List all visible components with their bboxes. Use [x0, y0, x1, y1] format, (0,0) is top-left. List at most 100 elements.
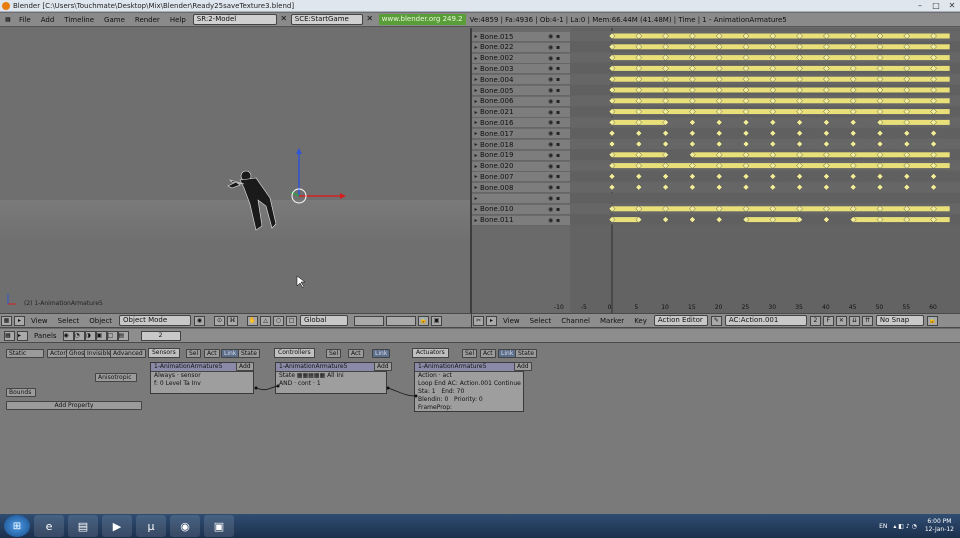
- channel-expand-icon[interactable]: ▸: [472, 163, 480, 170]
- lock-icon[interactable]: ▪: [556, 76, 564, 83]
- controllers-link-button[interactable]: Link: [372, 349, 391, 358]
- pin-icon[interactable]: ✎: [710, 315, 722, 326]
- channel-expand-icon[interactable]: ▸: [472, 184, 480, 191]
- logic-icon[interactable]: ◉: [62, 330, 74, 341]
- blender-url-badge[interactable]: www.blender.org 249.2: [378, 14, 466, 25]
- actuators-state-button[interactable]: State: [515, 349, 537, 358]
- sensor-name[interactable]: sensor: [181, 372, 201, 379]
- 3d-viewport[interactable]: (2) 1-AnimationArmature5: [0, 28, 470, 313]
- layers-row2[interactable]: [386, 315, 417, 326]
- channel-expand-icon[interactable]: ▸: [472, 195, 480, 202]
- channel-row[interactable]: ▸ Bone.021 ◉ ▪: [472, 107, 570, 118]
- channel-row[interactable]: ▸ Bone.008 ◉ ▪: [472, 183, 570, 194]
- menu-render[interactable]: Render: [130, 16, 165, 24]
- editor-type-icon[interactable]: ✂: [473, 315, 484, 326]
- menu-view[interactable]: View: [26, 317, 53, 325]
- channel-row[interactable]: ▸ Bone.019 ◉ ▪: [472, 150, 570, 161]
- internet-explorer-icon[interactable]: e: [34, 515, 64, 537]
- editing-icon[interactable]: □: [106, 330, 118, 341]
- channel-row[interactable]: ▸ Bone.011 ◉ ▪: [472, 215, 570, 226]
- eye-icon[interactable]: ◉: [548, 152, 556, 159]
- menu-panels[interactable]: Panels: [28, 332, 63, 340]
- explorer-folder-icon[interactable]: ▤: [68, 515, 98, 537]
- channel-expand-icon[interactable]: ▸: [472, 130, 480, 137]
- lock-icon[interactable]: ▪: [556, 184, 564, 191]
- close-screen-icon[interactable]: ✕: [279, 14, 289, 25]
- action-selector[interactable]: AC:Action.001: [724, 315, 807, 326]
- eye-icon[interactable]: ◉: [548, 206, 556, 213]
- eye-icon[interactable]: ◉: [548, 173, 556, 180]
- controller-brick[interactable]: 1-AnimationArmature5 State ▦▦▦▦▦ All Ini…: [275, 362, 387, 394]
- editor-type-icon[interactable]: ▦: [0, 16, 14, 23]
- lock-icon[interactable]: ▪: [556, 55, 564, 62]
- lock-icon[interactable]: ▪: [556, 217, 564, 224]
- actuator-type[interactable]: Action: [418, 372, 437, 379]
- eye-icon[interactable]: ◉: [548, 55, 556, 62]
- lock-icon[interactable]: ▪: [556, 119, 564, 126]
- channel-row[interactable]: ▸ Bone.002 ◉ ▪: [472, 53, 570, 64]
- channel-row[interactable]: ▸ Bone.016 ◉ ▪: [472, 118, 570, 129]
- actuator-name[interactable]: act: [443, 372, 452, 379]
- menu-add[interactable]: Add: [36, 16, 60, 24]
- lock-icon[interactable]: ▪: [556, 98, 564, 105]
- channel-row[interactable]: ▸ Bone.020 ◉ ▪: [472, 161, 570, 172]
- lock-icon[interactable]: ▪: [556, 87, 564, 94]
- fake-user-icon[interactable]: F: [822, 315, 834, 326]
- channel-row[interactable]: ▸ Bone.022 ◉ ▪: [472, 42, 570, 53]
- actuator-start[interactable]: Sta: 1: [418, 388, 436, 395]
- sensor-invert[interactable]: Inv: [192, 380, 201, 387]
- controller-type[interactable]: AND: [279, 380, 292, 387]
- controller-all[interactable]: All: [327, 372, 334, 379]
- controller-ini[interactable]: Ini: [336, 372, 343, 379]
- advanced-button[interactable]: Advanced: [110, 349, 146, 358]
- hand-manipulator-icon[interactable]: ✋: [247, 315, 259, 326]
- actuator-add-button[interactable]: Add: [514, 362, 532, 371]
- lock-icon[interactable]: ▪: [556, 173, 564, 180]
- actuator-end[interactable]: End: 70: [441, 388, 464, 395]
- channel-expand-icon[interactable]: ▸: [472, 98, 480, 105]
- sensors-label[interactable]: Sensors: [148, 348, 180, 358]
- channel-row[interactable]: ▸ ◉ ▪: [472, 194, 570, 204]
- snap-selector[interactable]: No Snap: [875, 315, 924, 326]
- minimize-button[interactable]: –: [912, 0, 928, 11]
- channel-row[interactable]: ▸ Bone.010 ◉ ▪: [472, 204, 570, 215]
- actuator-continue[interactable]: Continue: [494, 380, 521, 387]
- sensors-sel-button[interactable]: Sel: [186, 349, 202, 358]
- menu-select[interactable]: Select: [525, 317, 557, 325]
- channel-expand-icon[interactable]: ▸: [472, 87, 480, 94]
- menu-view[interactable]: View: [498, 317, 525, 325]
- lock-icon[interactable]: ▪: [556, 141, 564, 148]
- sensor-frequency[interactable]: f: 0: [154, 380, 164, 387]
- actuator-action[interactable]: AC: Action.001: [448, 380, 492, 387]
- script-icon[interactable]: ◔: [73, 330, 85, 341]
- eye-icon[interactable]: ◉: [548, 217, 556, 224]
- channel-expand-icon[interactable]: ▸: [472, 65, 480, 72]
- eye-icon[interactable]: ◉: [548, 44, 556, 51]
- lock-icon[interactable]: 🔒: [926, 315, 938, 326]
- copy-key-icon[interactable]: ⇊: [848, 315, 860, 326]
- actuators-sel-button[interactable]: Sel: [462, 349, 478, 358]
- controller-add-button[interactable]: Add: [374, 362, 392, 371]
- sensors-act-button[interactable]: Act: [204, 349, 220, 358]
- eye-icon[interactable]: ◉: [548, 130, 556, 137]
- menu-object[interactable]: Object: [84, 317, 117, 325]
- channel-expand-icon[interactable]: ▸: [472, 141, 480, 148]
- tray-icons[interactable]: ▴ ◧ ♪ ◔: [893, 523, 916, 530]
- lock-icon[interactable]: ▪: [556, 163, 564, 170]
- action-editor[interactable]: ▸ Bone.015 ◉ ▪ ▸ Bone.022 ◉ ▪ ▸ Bone.002 ◉ ▪ ▸ Bone.0…: [472, 28, 960, 313]
- menu-timeline[interactable]: Timeline: [59, 16, 99, 24]
- collapse-icon[interactable]: ▸: [486, 315, 497, 326]
- actuator-priority[interactable]: Priority: 0: [454, 396, 483, 403]
- scene-selector[interactable]: SCE:StartGame: [290, 14, 363, 25]
- sensor-add-button[interactable]: Add: [236, 362, 254, 371]
- screen-selector[interactable]: SR:2-Model: [192, 14, 277, 25]
- bounds-button[interactable]: Bounds: [6, 388, 36, 397]
- menu-select[interactable]: Select: [53, 317, 85, 325]
- actuator-frameprop[interactable]: FrameProp:: [415, 404, 523, 412]
- eye-icon[interactable]: ◉: [548, 98, 556, 105]
- render-icon[interactable]: ▣: [431, 315, 443, 326]
- media-player-icon[interactable]: ▶: [102, 515, 132, 537]
- eye-icon[interactable]: ◉: [548, 163, 556, 170]
- sensors-link-button[interactable]: Link: [221, 349, 240, 358]
- blender-taskbar-icon[interactable]: ◉: [170, 515, 200, 537]
